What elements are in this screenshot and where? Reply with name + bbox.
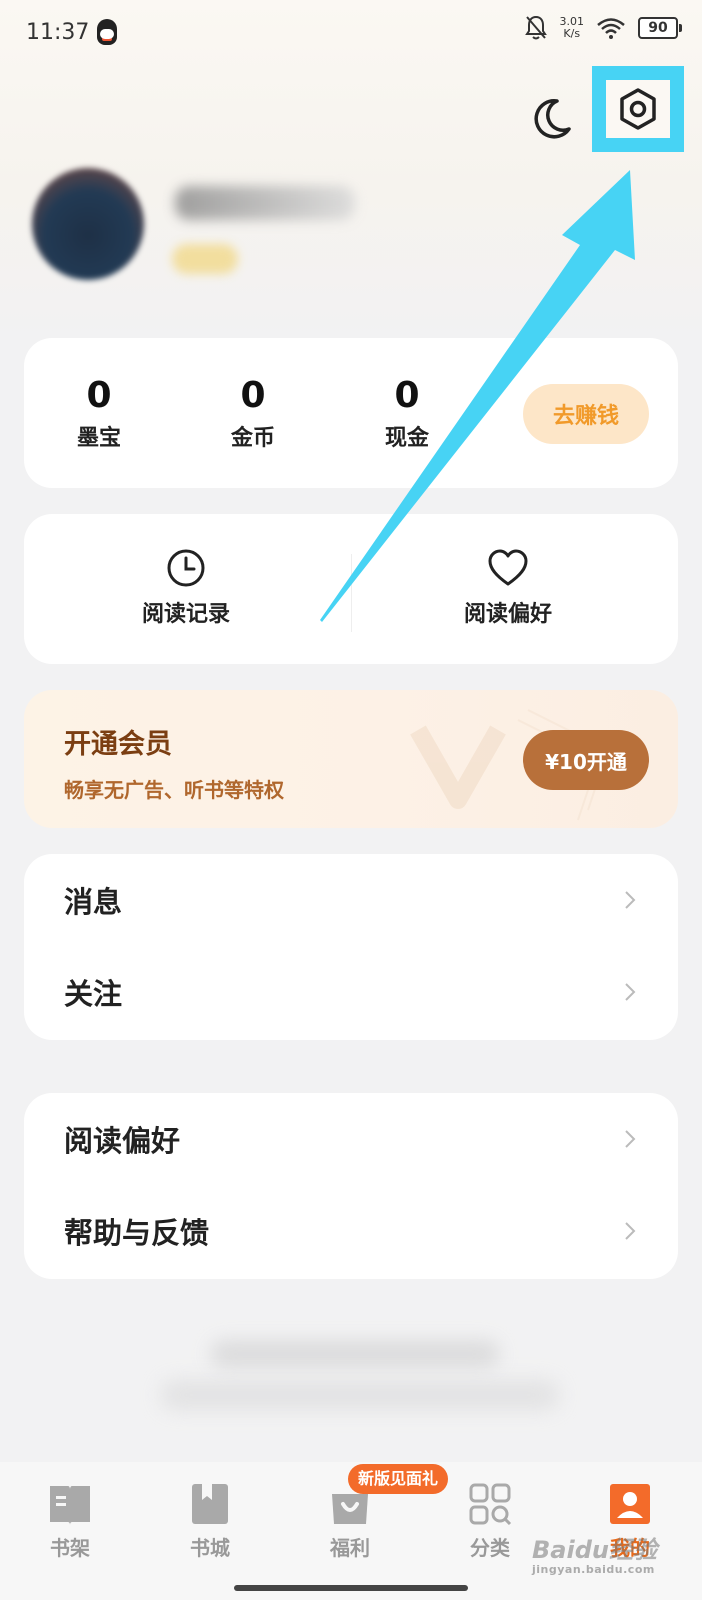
bookstore-icon <box>192 1484 228 1524</box>
tab-category[interactable]: 分类 <box>435 1476 545 1576</box>
category-grid-icon <box>469 1483 512 1526</box>
list-item-help-feedback[interactable]: 帮助与反馈 <box>24 1185 678 1277</box>
reading-preference-button[interactable]: 阅读偏好 <box>408 548 608 628</box>
qq-icon <box>97 19 118 45</box>
list-card-1: 消息 关注 <box>24 854 678 1040</box>
asset-label: 墨宝 <box>76 426 121 451</box>
asset-value: 0 <box>394 375 420 416</box>
battery-indicator: 90 <box>638 17 682 39</box>
reading-history-label: 阅读记录 <box>141 602 230 627</box>
asset-label: 现金 <box>384 426 429 451</box>
chevron-right-icon <box>625 1130 636 1148</box>
list-item-label: 帮助与反馈 <box>64 1216 210 1250</box>
reading-preference-label: 阅读偏好 <box>463 602 552 627</box>
divider <box>351 554 352 632</box>
asset-value: 0 <box>86 375 112 416</box>
clock-icon <box>167 549 205 587</box>
bookshelf-icon <box>50 1486 90 1525</box>
avatar[interactable] <box>32 168 144 280</box>
username-blurred[interactable] <box>175 186 355 220</box>
settings-button[interactable] <box>592 66 684 152</box>
list-item-following[interactable]: 关注 <box>24 946 678 1038</box>
asset-label: 金币 <box>230 426 275 451</box>
tab-label: 书城 <box>190 1536 230 1560</box>
list-item-label: 消息 <box>64 885 123 919</box>
home-indicator[interactable] <box>234 1585 468 1591</box>
chevron-right-icon <box>625 891 636 909</box>
assets-card: 0 墨宝 0 金币 0 现金 去赚钱 <box>24 338 678 488</box>
asset-coins[interactable]: 0 金币 <box>198 374 308 452</box>
blurred-content <box>210 1340 500 1368</box>
network-speed-unit: K/s <box>563 27 581 40</box>
tab-bookstore[interactable]: 书城 <box>155 1476 265 1576</box>
watermark-url: jingyan.baidu.com <box>532 1563 655 1576</box>
list-item-label: 阅读偏好 <box>64 1124 181 1158</box>
moon-icon[interactable] <box>527 95 575 143</box>
new-version-gift-badge[interactable]: 新版见面礼 <box>348 1464 449 1494</box>
list-item-label: 关注 <box>64 977 123 1011</box>
status-indicators: 3.01 K/s 90 <box>524 14 682 42</box>
level-badge-blurred <box>172 244 238 274</box>
vip-open-button[interactable]: ¥10开通 <box>523 730 649 790</box>
chevron-right-icon <box>625 1222 636 1240</box>
status-bar: 11:37 3.01 K/s 90 <box>0 0 702 64</box>
bell-muted-icon <box>524 15 547 40</box>
reading-card: 阅读记录 阅读偏好 <box>24 514 678 664</box>
list-item-messages[interactable]: 消息 <box>24 854 678 946</box>
asset-cash[interactable]: 0 现金 <box>352 374 462 452</box>
asset-value: 0 <box>240 375 266 416</box>
tab-label: 分类 <box>470 1536 510 1560</box>
tab-label: 福利 <box>330 1536 370 1560</box>
list-item-reading-preference[interactable]: 阅读偏好 <box>24 1093 678 1185</box>
settings-icon <box>620 88 656 130</box>
network-speed: 3.01 K/s <box>560 16 585 40</box>
blurred-content <box>160 1380 560 1410</box>
asset-mobao[interactable]: 0 墨宝 <box>44 374 154 452</box>
wifi-icon <box>597 18 625 39</box>
watermark: Baidu经验 jingyan.baidu.com <box>532 1530 682 1580</box>
tab-bookshelf[interactable]: 书架 <box>15 1476 125 1576</box>
vip-title: 开通会员 <box>64 729 172 760</box>
tab-label: 书架 <box>50 1536 90 1560</box>
chevron-right-icon <box>625 983 636 1001</box>
earn-money-button[interactable]: 去赚钱 <box>523 384 649 444</box>
reading-history-button[interactable]: 阅读记录 <box>86 548 286 628</box>
status-time: 11:37 <box>26 19 90 45</box>
heart-icon <box>488 549 528 586</box>
vip-card[interactable]: 开通会员 畅享无广告、听书等特权 ¥10开通 <box>24 690 678 828</box>
profile-icon <box>610 1484 650 1524</box>
list-card-2: 阅读偏好 帮助与反馈 <box>24 1093 678 1279</box>
watermark-brand: Baidu经验 <box>532 1536 657 1564</box>
vip-subtitle: 畅享无广告、听书等特权 <box>64 778 284 802</box>
